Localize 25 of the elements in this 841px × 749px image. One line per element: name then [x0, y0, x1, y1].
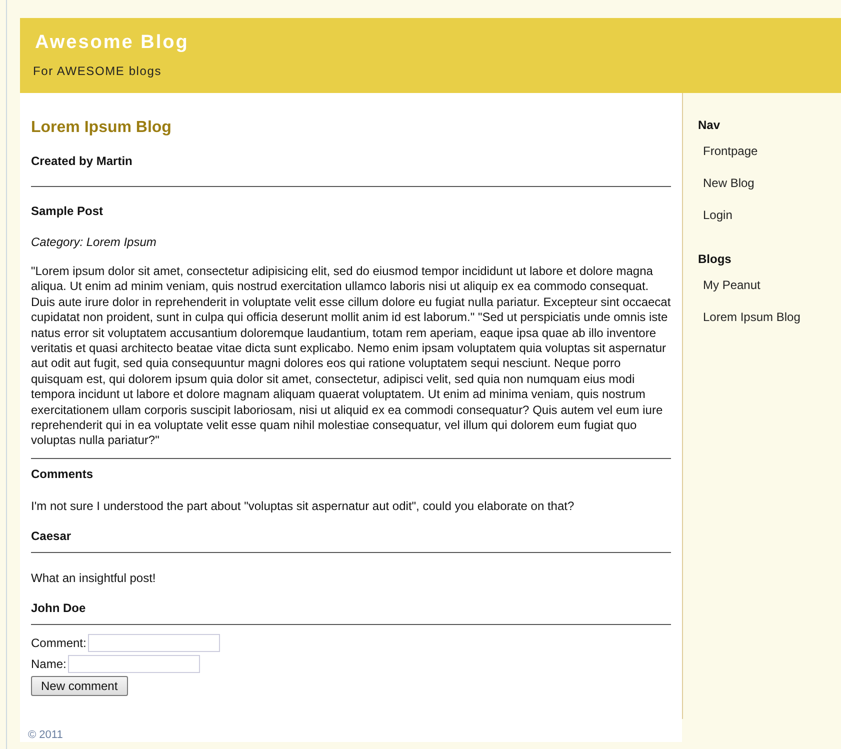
sidebar-link[interactable]: Frontpage [703, 144, 758, 158]
sidebar-heading: Nav [698, 118, 720, 132]
input-field[interactable] [88, 634, 220, 652]
comment-text: What an insightful post! [31, 570, 157, 585]
sidebar-link[interactable]: Login [703, 208, 732, 222]
input-field[interactable] [68, 655, 200, 674]
comment-text: I'm not sure I understood the part about "voluptas sit aspernatur aut odit", could you elaborate on that? [31, 498, 576, 513]
blog-title: Lorem Ipsum Blog [31, 119, 172, 137]
field-label: Name: [31, 657, 66, 672]
site-title: Awesome Blog [35, 32, 190, 54]
sidebar-heading: Blogs [698, 252, 732, 266]
comment-author: John Doe [31, 600, 87, 615]
sidebar-link[interactable]: Lorem Ipsum Blog [703, 310, 800, 324]
author-line: Created by Martin [31, 154, 134, 168]
site-subtitle: For AWESOME blogs [33, 64, 163, 78]
sidebar-link[interactable]: New Blog [703, 176, 754, 190]
comment-author: Caesar [31, 528, 72, 543]
copyright-text: © 2011 [28, 728, 64, 741]
post-title: Sample Post [31, 204, 104, 218]
new-comment-button[interactable]: New comment [31, 676, 128, 696]
comments-heading: Comments [31, 466, 94, 481]
sidebar-link[interactable]: My Peanut [703, 278, 760, 292]
post-category: Category: Lorem Ipsum [31, 235, 158, 249]
field-label: Comment: [31, 636, 86, 650]
post-body: "Lorem ipsum dolor sit amet, consectetur adipisicing elit, sed do eiusmod tempor incididunt ut labore et dolore magna aliqua. Ut enim ad minim veniam, quis nostrud exercitation ullamco laboris nisi ut aliquip ex ea commodo consequat. Duis aute irure dolor in reprehenderit in voluptate velit esse cillum dolore eu fugiat nulla pariatur. Excepteur sint occaecat cupidatat non proident, sunt in culpa qui officia deserunt mollit anim id est laborum." "Sed ut perspiciatis unde omnis iste natus error sit voluptatem accusantium doloremque laudantium, totam rem aperiam, eaque ipsa quae ab illo inventore veritatis et quasi architecto beatae vitae dicta sunt explicabo. Nemo enim ipsam voluptatem quia voluptas sit aspernatur aut odit aut fugit, sed quia consequuntur magni dolores eos qui ratione voluptatem sequi nesciunt. Neque porro quisquam est, qui dolorem ipsum quia dolor sit amet, consectetur, adipisci velit, sed quia non numquam eius modi tempora incidunt ut labore et dolore magnam aliquam quaerat voluptatem. Ut enim ad minima veniam, quis nostrum exercitationem ullam corporis suscipit laboriosam, nisi ut aliquid ex ea commodi consequatur? Quis autem vel eum iure reprehenderit qui in ea voluptate velit esse quam nihil molestiae consequatur, vel illum qui dolorem eum fugiat quo voluptas nulla pariatur?" [31, 264, 671, 449]
